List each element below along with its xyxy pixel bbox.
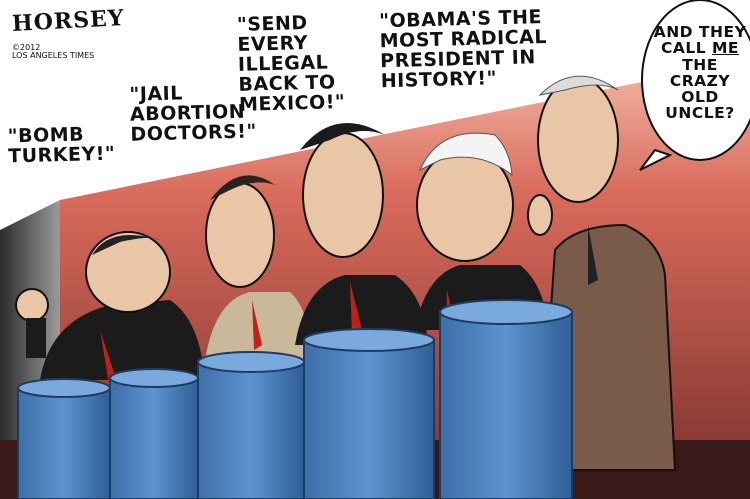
- podium-4: [303, 328, 435, 499]
- speech-bubble-text: And they call me the crazy old uncle?: [652, 24, 748, 122]
- podium-3: [197, 351, 305, 499]
- cartoon-canvas: Horsey ©2012 Los Angeles Times "Bomb Tur…: [0, 0, 750, 499]
- podium-2: [109, 368, 199, 499]
- quote-candidate-1: "Bomb Turkey!": [7, 123, 116, 168]
- quote-candidate-4: "Obama's the most radical president in h…: [378, 6, 548, 93]
- bubble-line-2: the crazy old uncle?: [665, 55, 735, 123]
- copyright-credit: ©2012 Los Angeles Times: [12, 43, 95, 61]
- quote-candidate-3: "Send every illegal back to Mexico!": [236, 11, 346, 116]
- podium-1: [17, 378, 111, 499]
- artist-signature: Horsey: [11, 5, 126, 37]
- podium-5: [439, 299, 573, 499]
